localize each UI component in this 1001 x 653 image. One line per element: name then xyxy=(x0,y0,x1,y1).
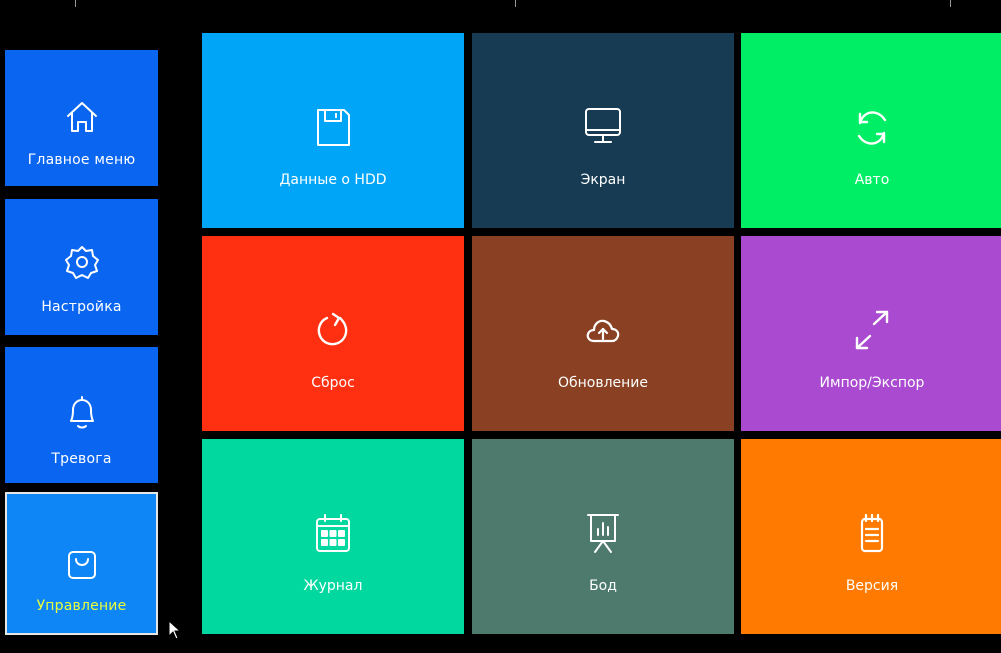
sidebar-item-management[interactable]: Управление xyxy=(5,492,158,635)
tile-label: Экран xyxy=(580,172,626,188)
top-tick xyxy=(75,0,76,7)
main-menu-screen: Главное меню Настройка Тревога Управлени… xyxy=(0,0,1001,653)
tile-auto[interactable]: Авто xyxy=(741,33,1001,228)
tile-log[interactable]: Журнал xyxy=(202,439,464,634)
home-icon xyxy=(63,98,101,136)
tile-label: Авто xyxy=(854,172,890,188)
tile-hdd-info[interactable]: Данные о HDD xyxy=(202,33,464,228)
sidebar-item-label: Настройка xyxy=(41,299,122,315)
tile-label: Данные о HDD xyxy=(279,172,387,188)
clipboard-icon xyxy=(852,511,892,557)
refresh-icon xyxy=(852,105,892,151)
presentation-board-icon xyxy=(583,511,623,557)
top-tick xyxy=(950,0,951,7)
sidebar-item-main-menu[interactable]: Главное меню xyxy=(5,50,158,186)
top-tick xyxy=(515,0,516,7)
expand-arrows-icon xyxy=(852,308,892,354)
reset-icon xyxy=(313,308,353,354)
shopping-bag-icon xyxy=(63,546,101,584)
tile-label: Импор/Экспор xyxy=(819,375,925,391)
bell-icon xyxy=(63,393,101,431)
sidebar-item-settings[interactable]: Настройка xyxy=(5,199,158,335)
tile-update[interactable]: Обновление xyxy=(472,236,734,431)
gear-icon xyxy=(63,243,101,281)
tile-label: Бод xyxy=(589,578,617,594)
mouse-cursor-icon xyxy=(168,620,182,640)
sidebar-item-alarm[interactable]: Тревога xyxy=(5,347,158,483)
tile-baud[interactable]: Бод xyxy=(472,439,734,634)
calendar-icon xyxy=(313,511,353,557)
tile-label: Обновление xyxy=(557,375,649,391)
floppy-disk-icon xyxy=(313,105,353,151)
sidebar-item-label: Главное меню xyxy=(27,152,136,168)
sidebar-item-label: Управление xyxy=(36,598,127,614)
top-bar xyxy=(0,0,1001,7)
sidebar-item-label: Тревога xyxy=(51,451,112,467)
monitor-icon xyxy=(583,105,623,151)
tile-import-export[interactable]: Импор/Экспор xyxy=(741,236,1001,431)
tile-version[interactable]: Версия xyxy=(741,439,1001,634)
tile-screen[interactable]: Экран xyxy=(472,33,734,228)
tile-label: Сброс xyxy=(311,375,355,391)
cloud-upload-icon xyxy=(583,308,623,354)
tile-reset[interactable]: Сброс xyxy=(202,236,464,431)
tile-label: Версия xyxy=(845,578,899,594)
tile-label: Журнал xyxy=(303,578,363,594)
